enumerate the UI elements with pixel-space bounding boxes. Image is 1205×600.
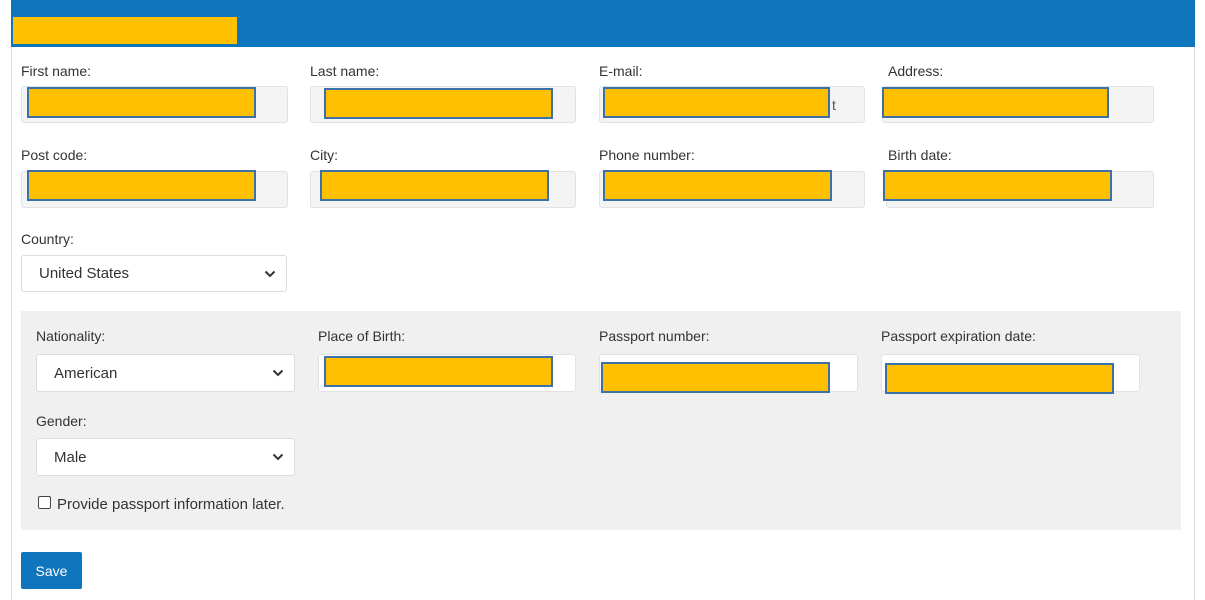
first-name-redacted: [27, 87, 256, 118]
gender-label: Gender:: [36, 413, 87, 429]
passport-expiration-redacted: [885, 363, 1114, 394]
address-redacted: [882, 87, 1109, 118]
birth-date-redacted: [883, 170, 1112, 201]
gender-select-value: Male: [54, 448, 87, 466]
nationality-select-value: American: [54, 364, 118, 382]
last-name-label: Last name:: [310, 63, 380, 79]
passport-later-checkbox[interactable]: [38, 496, 51, 509]
nationality-label: Nationality:: [36, 328, 106, 344]
last-name-redacted: [324, 88, 553, 119]
post-code-label: Post code:: [21, 147, 88, 163]
email-visible-text: t: [832, 97, 836, 113]
passport-number-label: Passport number:: [599, 328, 710, 344]
email-label: E-mail:: [599, 63, 643, 79]
passport-number-redacted: [601, 362, 830, 393]
post-code-redacted: [27, 170, 256, 201]
chevron-down-icon: [272, 453, 284, 461]
birth-date-label: Birth date:: [888, 147, 952, 163]
first-name-label: First name:: [21, 63, 92, 79]
city-redacted: [320, 170, 549, 201]
passport-expiration-label: Passport expiration date:: [881, 328, 1036, 344]
save-button[interactable]: Save: [21, 552, 82, 589]
country-label: Country:: [21, 231, 74, 247]
chevron-down-icon: [264, 270, 276, 277]
place-of-birth-redacted: [324, 356, 553, 387]
address-label: Address:: [888, 63, 944, 79]
gender-select[interactable]: Male: [36, 438, 295, 476]
phone-redacted: [603, 170, 832, 201]
place-of-birth-label: Place of Birth:: [318, 328, 406, 344]
chevron-down-icon: [272, 369, 284, 377]
header-title-redacted: [13, 17, 237, 44]
country-select-value: United States: [39, 265, 130, 282]
nationality-select[interactable]: American: [36, 354, 295, 392]
passport-later-label[interactable]: Provide passport information later.: [57, 496, 285, 513]
email-redacted: [603, 87, 830, 118]
phone-label: Phone number:: [599, 147, 695, 163]
city-label: City:: [310, 147, 338, 163]
country-select[interactable]: United States: [21, 255, 287, 292]
